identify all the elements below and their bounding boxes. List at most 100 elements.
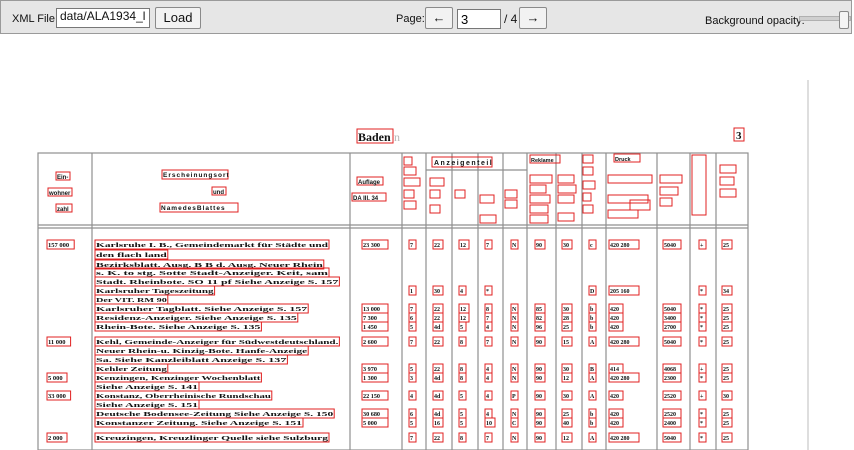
publication-name-cell: Kehl, Gemeinde-Anzeiger für Südwestdeuts… [96, 339, 339, 346]
value-cell: 8 [460, 436, 463, 442]
table-row: 11 000 Kehl, Gemeinde-Anzeiger für Südwes… [46, 336, 733, 347]
table-row: 5 000 Kenzingen, Kenzinger Wochenblatt 1 3… [46, 372, 733, 383]
value-cell: N [512, 340, 517, 346]
value-cell: 420 [610, 316, 619, 322]
value-cell: 4d [434, 325, 441, 331]
publication-name-cell: Deutsche Bodensee-Zeitung Siehe Anzeige … [96, 411, 333, 418]
header-name-des-blattes: NamedesBlattes [161, 205, 226, 212]
value-cell: 96 [536, 325, 542, 331]
table-row: Sa. Siehe Kanzleiblatt Anzeige S. 137 [94, 354, 288, 365]
value-cell: 4d [434, 394, 441, 400]
publication-name-cell: Siehe Anzeige S. 151 [96, 402, 198, 409]
value-cell: 90 [536, 436, 542, 442]
value-cell: * [700, 436, 703, 442]
value-cell: 2520 [664, 394, 676, 400]
value-cell: + [700, 243, 704, 249]
value-cell: 5 [460, 421, 463, 427]
value-cell: + [700, 367, 704, 373]
value-cell: 15 [563, 340, 569, 346]
table-row: den flach land [94, 249, 169, 260]
publication-name-cell: Siehe Anzeige S. 141 [96, 384, 198, 391]
auflage-cell: 30 680 [363, 411, 380, 418]
page-label: Page: [396, 13, 425, 25]
header-auflage: Auflage [358, 180, 381, 186]
page-number-input[interactable] [457, 9, 501, 29]
value-cell: 7 [486, 316, 489, 322]
load-button[interactable]: Load [155, 7, 201, 29]
value-cell: 40 [563, 421, 569, 427]
slider-thumb[interactable] [839, 11, 849, 29]
value-cell: 420 280 [610, 243, 630, 249]
value-cell: N [512, 307, 517, 313]
auflage-cell: 1 450 [363, 324, 377, 331]
value-cell: 28 [563, 316, 569, 322]
table-row: 33 000 Konstanz, Oberrheinische Rundschau… [46, 390, 733, 401]
value-cell: 90 [536, 367, 542, 373]
einwohner-cell: 157 000 [48, 242, 69, 249]
einwohner-cell: 5 000 [48, 375, 63, 382]
value-cell: 7 [410, 436, 413, 442]
xml-file-input[interactable]: data/ALA1934_l [56, 8, 150, 28]
value-cell: N [512, 316, 517, 322]
einwohner-cell: 33 000 [48, 393, 66, 400]
page-total: / 4 [504, 12, 518, 26]
value-cell: 5040 [664, 307, 676, 313]
auflage-cell: 2 600 [363, 339, 377, 346]
publication-name-cell: Kenzingen, Kenzinger Wochenblatt [96, 375, 262, 382]
table-row: Siehe Anzeige S. 141 [94, 381, 200, 392]
value-cell: 4 [486, 394, 489, 400]
value-cell: 25 [723, 243, 729, 249]
value-cell: 30 [434, 289, 440, 295]
value-cell: 5040 [664, 243, 676, 249]
value-cell: P [512, 394, 516, 400]
header-reklame: Reklame [531, 158, 554, 164]
value-cell: * [700, 340, 703, 346]
value-cell: 30 [563, 394, 569, 400]
publication-name-cell: Karlsruhe I. B., Gemeindemarkt für Städt… [96, 242, 329, 249]
value-cell: 22 [434, 307, 440, 313]
table-row: Konstanzer Zeitung. Siehe Anzeige S. 151… [94, 417, 733, 428]
value-cell: 25 [723, 367, 729, 373]
einwohner-cell: 11 000 [48, 339, 66, 346]
publication-name-cell: Konstanzer Zeitung. Siehe Anzeige S. 151 [96, 420, 302, 427]
publication-name-cell: Kreuzingen, Kreuzlinger Quelle siehe Sul… [96, 435, 330, 442]
table-row: Neuer Rhein-u. Kinzig-Bote. Hanfe-Anzeig… [94, 345, 309, 356]
value-cell: 25 [723, 436, 729, 442]
publication-name-cell: den flach land [96, 252, 168, 259]
value-cell: C [512, 421, 516, 427]
auflage-cell: 3 970 [363, 366, 377, 373]
value-cell: 82 [536, 316, 542, 322]
value-cell: 34 [723, 289, 729, 295]
background-opacity-slider[interactable] [799, 11, 851, 29]
value-cell: * [486, 289, 489, 295]
value-cell: 1 [410, 289, 413, 295]
value-cell: b [590, 307, 594, 313]
value-cell: 420 [610, 394, 619, 400]
value-cell: 12 [460, 316, 466, 322]
value-cell: D [590, 289, 595, 295]
header-einwohner-3: zahl [57, 207, 69, 213]
value-cell: 8 [460, 376, 463, 382]
value-cell: 10 [486, 421, 492, 427]
value-cell: 420 280 [610, 436, 630, 442]
value-cell: 6 [410, 412, 413, 418]
publication-name-cell: Sa. Siehe Kanzleiblatt Anzeige S. 137 [96, 357, 286, 364]
einwohner-cell: 2 000 [48, 435, 63, 442]
value-cell: N [512, 436, 517, 442]
value-cell: * [700, 421, 703, 427]
publication-name-cell: Neuer Rhein-u. Kinzig-Bote. Hanfe-Anzeig… [96, 348, 308, 355]
prev-page-button[interactable]: ← [425, 7, 453, 29]
auflage-cell: 5 000 [363, 420, 377, 427]
next-page-button[interactable]: → [519, 7, 547, 29]
value-cell: 7 [410, 307, 413, 313]
value-cell: 25 [723, 307, 729, 313]
value-cell: 90 [536, 421, 542, 427]
value-cell: A [590, 376, 595, 382]
value-cell: 25 [723, 325, 729, 331]
table-row: 157 000 Karlsruhe I. B., Gemeindemarkt fü… [46, 239, 733, 250]
table-row: Karlsruher Tageszeitung 1 30 4 * D 205 160 * 34 [94, 285, 733, 296]
value-cell: 420 [610, 412, 619, 418]
value-cell: 25 [723, 421, 729, 427]
table-row: Karlsruher Tagblatt. Siehe Anzeige S. 15… [94, 303, 733, 314]
table-row: Residenz-Anzeiger. Siehe Anzeige S. 135 7… [94, 312, 733, 323]
